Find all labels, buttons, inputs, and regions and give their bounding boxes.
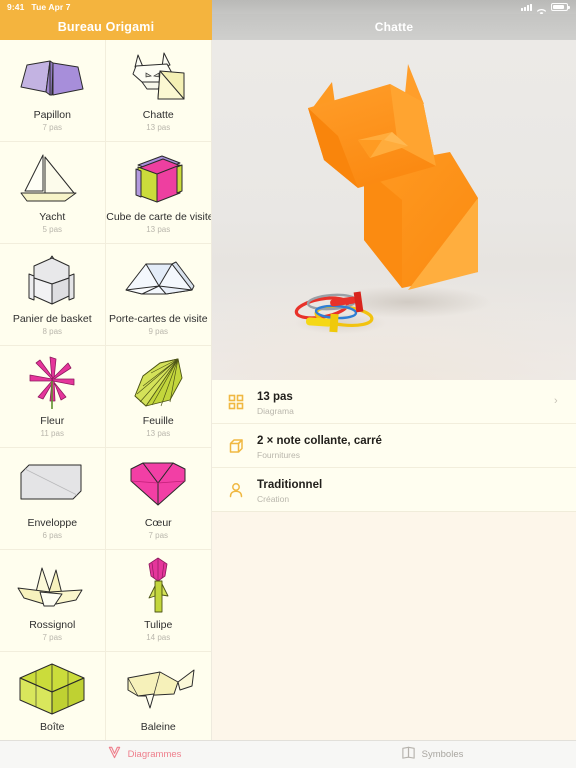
list-item-name: Cœur — [144, 517, 172, 529]
detail-row-subtitle: Diagrama — [257, 406, 294, 416]
tab-label: Symboles — [421, 749, 464, 760]
list-item[interactable]: Baleine — [106, 652, 212, 740]
detail-row-subtitle: Fournitures — [257, 450, 300, 460]
list-item-steps: 7 pas — [42, 632, 63, 642]
sidebar-title: Bureau Origami — [57, 20, 155, 34]
cube-icon — [226, 436, 246, 456]
list-item[interactable]: Yacht 5 pas — [0, 142, 106, 244]
list-item[interactable]: Rossignol 7 pas — [0, 550, 106, 652]
list-item[interactable]: Porte-cartes de visite 9 pas — [105, 244, 211, 346]
origami-butterfly-icon — [8, 47, 96, 107]
header-bar: Bureau Origami Chatte — [0, 14, 576, 40]
list-item-steps: 14 pas — [146, 632, 171, 642]
origami-heart-icon — [114, 455, 202, 515]
list-item-name: Porte-cartes de visite — [108, 313, 208, 325]
list-item-name: Panier de basket — [12, 313, 92, 325]
chevron-right-icon[interactable]: › — [554, 396, 564, 407]
list-item[interactable]: Chatte 13 pas — [105, 40, 211, 142]
list-item-name: Enveloppe — [27, 517, 78, 529]
list-item-name: Boîte — [39, 721, 65, 733]
list-item-steps: 7 pas — [148, 530, 169, 540]
open-book-icon — [401, 745, 416, 765]
detail-row-text: 2 × note collante, carré Fournitures — [257, 431, 543, 460]
list-item-name: Papillon — [33, 109, 71, 121]
detail-row-text: 13 pas Diagrama — [257, 387, 543, 416]
diagram-grid: Papillon 7 pas Chatte 13 pas Yacht 5 pas… — [0, 40, 211, 740]
main-body: Papillon 7 pas Chatte 13 pas Yacht 5 pas… — [0, 40, 576, 740]
tab-diagrammes[interactable]: Diagrammes — [0, 741, 288, 768]
origami-yacht-icon — [8, 149, 96, 209]
list-item-name: Fleur — [40, 415, 65, 427]
origami-flower-icon — [8, 353, 96, 413]
detail-empty-area — [212, 512, 576, 740]
tab-bar: Diagrammes Symboles — [0, 740, 576, 768]
origami-card-holder-icon — [114, 251, 202, 311]
origami-cat-photo — [212, 40, 576, 380]
sidebar-header: Bureau Origami — [0, 14, 212, 40]
status-date: Tue Apr 7 — [31, 2, 71, 12]
grid-icon — [226, 392, 246, 412]
list-item[interactable]: Tulipe 14 pas — [105, 550, 211, 652]
list-item-name: Feuille — [142, 415, 174, 427]
origami-whale-icon — [114, 659, 202, 719]
detail-row-title: Traditionnel — [257, 479, 323, 491]
list-item[interactable]: Papillon 7 pas — [0, 40, 106, 142]
list-item[interactable]: Fleur 11 pas — [0, 346, 106, 448]
list-item-name: Tulipe — [144, 619, 173, 631]
detail-row-creator[interactable]: Traditionnel Création — [212, 468, 576, 512]
list-item[interactable]: Boîte — [0, 652, 106, 740]
wifi-icon — [536, 3, 547, 16]
list-item[interactable]: Feuille 13 pas — [105, 346, 211, 448]
tab-label: Diagrammes — [127, 749, 182, 760]
origami-basket-icon — [8, 251, 96, 311]
detail-row-title: 13 pas — [257, 391, 293, 403]
list-item-steps: 6 pas — [42, 530, 63, 540]
status-bar-left: 9:41 Tue Apr 7 — [0, 0, 212, 14]
status-time: 9:41 — [7, 2, 25, 12]
status-bar-right — [212, 0, 576, 16]
list-item[interactable]: Cœur 7 pas — [105, 448, 211, 550]
list-item[interactable]: Cube de carte de visite 13 pas — [105, 142, 212, 244]
detail-header: Chatte — [212, 14, 576, 40]
list-item[interactable]: Panier de basket 8 pas — [0, 244, 106, 346]
list-item-steps: 9 pas — [148, 326, 169, 336]
list-item-steps: 13 pas — [146, 428, 171, 438]
list-item-steps: 11 pas — [40, 428, 64, 438]
diagram-list-sidebar[interactable]: Papillon 7 pas Chatte 13 pas Yacht 5 pas… — [0, 40, 212, 740]
origami-envelope-icon — [8, 455, 96, 515]
detail-row-text: Traditionnel Création — [257, 475, 543, 504]
battery-icon — [551, 3, 570, 11]
list-item[interactable]: Enveloppe 6 pas — [0, 448, 106, 550]
origami-box-icon — [8, 659, 96, 719]
list-item-steps: 13 pas — [146, 224, 171, 234]
detail-row-title: 2 × note collante, carré — [257, 435, 382, 447]
list-item-steps: 5 pas — [42, 224, 63, 234]
list-item-name: Rossignol — [29, 619, 76, 631]
list-item-steps: 13 pas — [146, 122, 171, 132]
folded-paper-icon — [107, 745, 122, 765]
tab-symboles[interactable]: Symboles — [288, 741, 576, 768]
signal-icon — [521, 3, 532, 11]
detail-row-steps[interactable]: 13 pas Diagrama › — [212, 380, 576, 424]
origami-nightingale-icon — [8, 557, 96, 617]
person-icon — [226, 480, 246, 500]
origami-cat-icon — [114, 47, 202, 107]
origami-card-cube-icon — [114, 149, 202, 209]
detail-pane: 13 pas Diagrama › 2 × note collante, car… — [212, 40, 576, 740]
list-item-steps: 8 pas — [42, 326, 63, 336]
list-item-steps: 7 pas — [42, 122, 63, 132]
detail-row-supplies[interactable]: 2 × note collante, carré Fournitures — [212, 424, 576, 468]
list-item-name: Chatte — [142, 109, 174, 121]
list-item-name: Baleine — [140, 721, 176, 733]
list-item-name: Cube de carte de visite — [106, 211, 212, 223]
status-bar: 9:41 Tue Apr 7 — [0, 0, 576, 16]
detail-rows: 13 pas Diagrama › 2 × note collante, car… — [212, 380, 576, 512]
app-root: 9:41 Tue Apr 7 Bureau Origami Chatte Pap… — [0, 0, 576, 768]
origami-leaf-icon — [114, 353, 202, 413]
origami-tulip-icon — [114, 557, 202, 617]
list-item-name: Yacht — [39, 211, 66, 223]
detail-title: Chatte — [374, 20, 414, 34]
detail-row-subtitle: Création — [257, 494, 290, 504]
